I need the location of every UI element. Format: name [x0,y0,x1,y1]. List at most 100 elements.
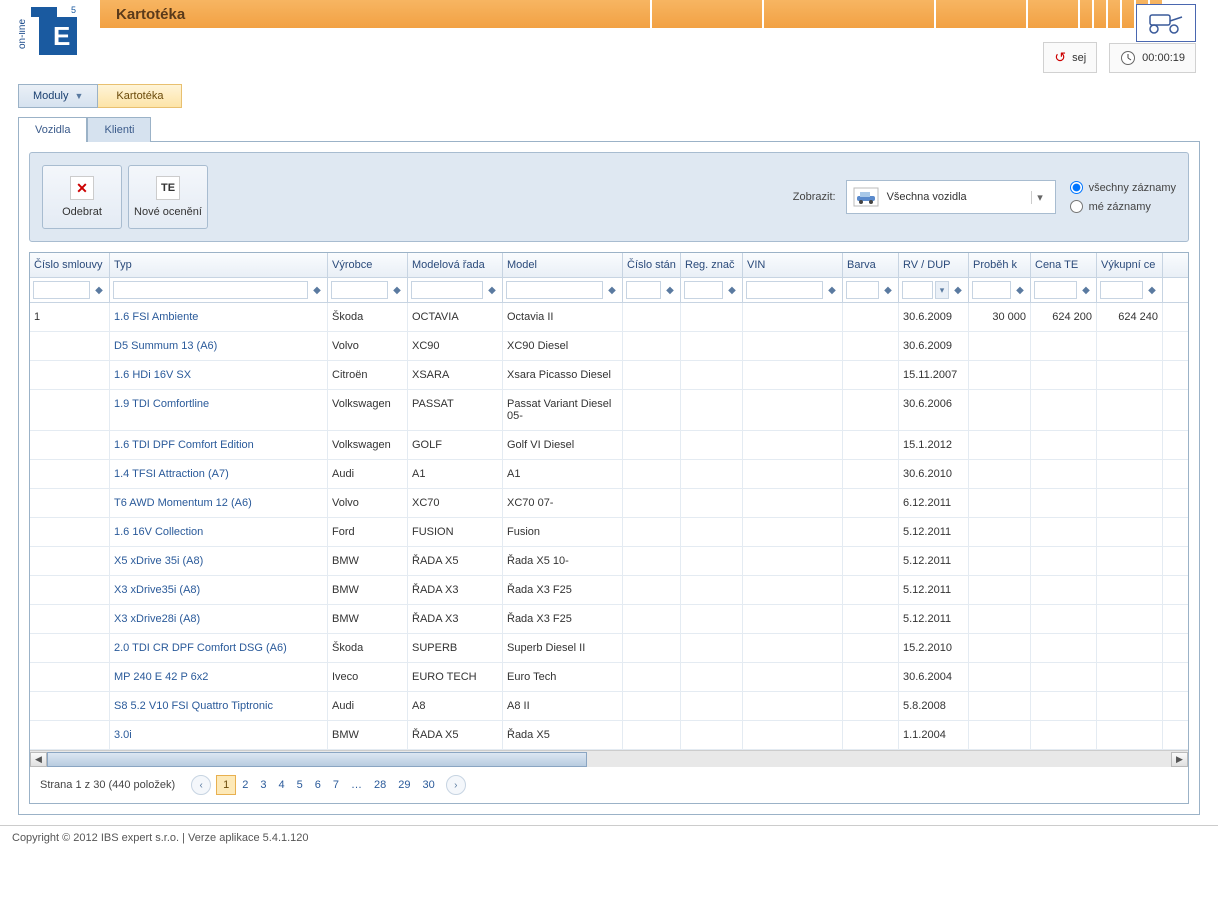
pager-page[interactable]: 6 [309,776,327,794]
chevron-down-icon[interactable]: ▾ [1031,191,1049,204]
filter-rv[interactable] [902,281,933,299]
table-row[interactable]: X5 xDrive 35i (A8)BMWŘADA X5Řada X5 10-5… [30,547,1188,576]
filter-icon[interactable]: ◆ [663,285,677,296]
filter-icon[interactable]: ◆ [310,285,324,296]
cell-typ[interactable]: 1.4 TFSI Attraction (A7) [110,460,328,488]
cell-typ[interactable]: X5 xDrive 35i (A8) [110,547,328,575]
table-row[interactable]: 2.0 TDI CR DPF Comfort DSG (A6)ŠkodaSUPE… [30,634,1188,663]
radio-my-input[interactable] [1070,200,1083,213]
cell-cena [1031,576,1097,604]
radio-my-records[interactable]: mé záznamy [1070,200,1176,213]
cell-typ[interactable]: S8 5.2 V10 FSI Quattro Tiptronic [110,692,328,720]
filter-icon[interactable]: ◆ [1145,285,1159,296]
horizontal-scrollbar[interactable]: ◀ ▶ [30,750,1188,767]
pager-page[interactable]: 30 [417,776,441,794]
filter-cena[interactable] [1034,281,1077,299]
cell-typ[interactable]: X3 xDrive35i (A8) [110,576,328,604]
filter-vykup[interactable] [1100,281,1143,299]
tab-klienti[interactable]: Klienti [87,117,151,142]
col-rv-dup[interactable]: RV / DUP [899,253,969,277]
pager-page[interactable]: 5 [291,776,309,794]
table-row[interactable]: T6 AWD Momentum 12 (A6)VolvoXC70XC70 07-… [30,489,1188,518]
pager-page[interactable]: 4 [273,776,291,794]
filter-icon[interactable]: ◆ [1013,285,1027,296]
filter-icon[interactable]: ◆ [951,285,965,296]
vehicle-filter-combo[interactable]: Všechna vozidla ▾ [846,180,1056,214]
user-badge[interactable]: ↺ sej [1043,42,1097,73]
moduly-menu[interactable]: Moduly ▼ [18,84,98,108]
cell-typ[interactable]: 1.6 16V Collection [110,518,328,546]
scroll-right-icon[interactable]: ▶ [1171,752,1188,767]
filter-barva[interactable] [846,281,879,299]
table-row[interactable]: MP 240 E 42 P 6x2IvecoEURO TECHEuro Tech… [30,663,1188,692]
col-probeh[interactable]: Proběh k [969,253,1031,277]
col-typ[interactable]: Typ [110,253,328,277]
table-row[interactable]: 1.6 TDI DPF Comfort EditionVolkswagenGOL… [30,431,1188,460]
nove-oceneni-button[interactable]: TE Nové ocenění [128,165,208,229]
filter-icon[interactable]: ◆ [92,285,106,296]
filter-stan[interactable] [626,281,661,299]
filter-icon[interactable]: ◆ [1079,285,1093,296]
cell-typ[interactable]: MP 240 E 42 P 6x2 [110,663,328,691]
col-reg-znac[interactable]: Reg. znač [681,253,743,277]
table-row[interactable]: 1.6 HDi 16V SXCitroënXSARAXsara Picasso … [30,361,1188,390]
col-cena-te[interactable]: Cena TE [1031,253,1097,277]
col-vyrobce[interactable]: Výrobce [328,253,408,277]
cell-typ[interactable]: 2.0 TDI CR DPF Comfort DSG (A6) [110,634,328,662]
pager-page[interactable]: 3 [254,776,272,794]
pager-next[interactable]: › [446,775,466,795]
pager-page[interactable]: 7 [327,776,345,794]
filter-vyrobce[interactable] [331,281,388,299]
filter-icon[interactable]: ◆ [605,285,619,296]
table-row[interactable]: 1.4 TFSI Attraction (A7)AudiA1A130.6.201… [30,460,1188,489]
filter-reg[interactable] [684,281,723,299]
cell-typ[interactable]: 1.6 HDi 16V SX [110,361,328,389]
col-cislo-stan[interactable]: Číslo stán [623,253,681,277]
table-row[interactable]: S8 5.2 V10 FSI Quattro TiptronicAudiA8A8… [30,692,1188,721]
table-row[interactable]: X3 xDrive35i (A8)BMWŘADA X3Řada X3 F255.… [30,576,1188,605]
cell-typ[interactable]: X3 xDrive28i (A8) [110,605,328,633]
scroll-thumb[interactable] [47,752,587,767]
col-barva[interactable]: Barva [843,253,899,277]
pager-prev[interactable]: ‹ [191,775,211,795]
filter-icon[interactable]: ◆ [485,285,499,296]
radio-all-records[interactable]: všechny záznamy [1070,181,1176,194]
col-model[interactable]: Model [503,253,623,277]
filter-icon[interactable]: ◆ [881,285,895,296]
filter-icon[interactable]: ◆ [725,285,739,296]
pager-page[interactable]: 29 [392,776,416,794]
pager-page[interactable]: 28 [368,776,392,794]
filter-model[interactable] [506,281,603,299]
cell-typ[interactable]: 1.6 FSI Ambiente [110,303,328,331]
table-row[interactable]: 1.6 16V CollectionFordFUSIONFusion5.12.2… [30,518,1188,547]
tab-vozidla[interactable]: Vozidla [18,117,87,142]
cell-typ[interactable]: T6 AWD Momentum 12 (A6) [110,489,328,517]
radio-all-input[interactable] [1070,181,1083,194]
odebrat-button[interactable]: ✕ Odebrat [42,165,122,229]
filter-typ[interactable] [113,281,308,299]
filter-icon[interactable]: ◆ [825,285,839,296]
filter-icon[interactable]: ◆ [390,285,404,296]
pager-page[interactable]: 2 [236,776,254,794]
table-row[interactable]: X3 xDrive28i (A8)BMWŘADA X3Řada X3 F255.… [30,605,1188,634]
table-row[interactable]: D5 Summum 13 (A6)VolvoXC90XC90 Diesel30.… [30,332,1188,361]
filter-rada[interactable] [411,281,483,299]
breadcrumb[interactable]: Kartotéka [98,84,182,108]
table-row[interactable]: 3.0iBMWŘADA X5Řada X51.1.2004 [30,721,1188,750]
col-vykupni[interactable]: Výkupní ce [1097,253,1163,277]
filter-cislo-smlouvy[interactable] [33,281,90,299]
filter-vin[interactable] [746,281,823,299]
pager-page[interactable]: 1 [216,775,236,795]
cell-typ[interactable]: 1.6 TDI DPF Comfort Edition [110,431,328,459]
col-vin[interactable]: VIN [743,253,843,277]
scroll-left-icon[interactable]: ◀ [30,752,47,767]
filter-probeh[interactable] [972,281,1011,299]
date-dropdown-icon[interactable]: ▾ [935,281,949,299]
cell-typ[interactable]: 3.0i [110,721,328,749]
col-cislo-smlouvy[interactable]: Číslo smlouvy [30,253,110,277]
cell-typ[interactable]: D5 Summum 13 (A6) [110,332,328,360]
table-row[interactable]: 1.9 TDI ComfortlineVolkswagenPASSATPassa… [30,390,1188,431]
cell-typ[interactable]: 1.9 TDI Comfortline [110,390,328,430]
table-row[interactable]: 11.6 FSI AmbienteŠkodaOCTAVIAOctavia II3… [30,303,1188,332]
col-modelova-rada[interactable]: Modelová řada [408,253,503,277]
